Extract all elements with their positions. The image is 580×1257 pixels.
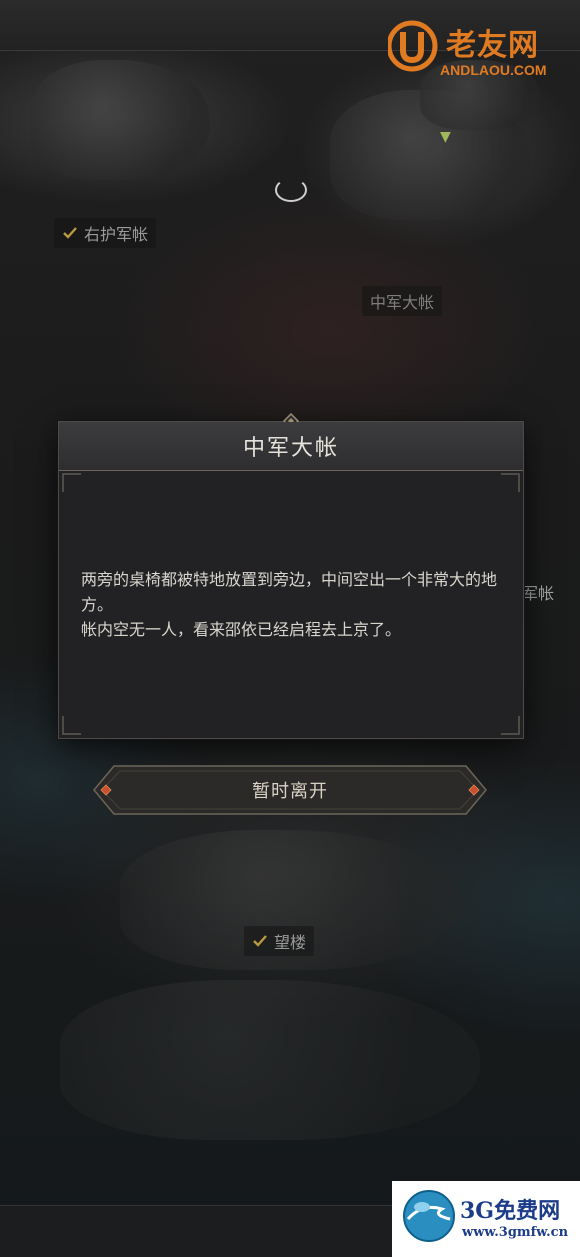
map-location-watchtower[interactable]: 望楼 [244,926,315,956]
map-location-label: 望楼 [274,933,307,952]
check-icon [253,935,267,947]
watermark-top-en: ANDLAOU.COM [440,62,547,78]
dialog-body-line: 帐内空无一人，看来邵依已经启程去上京了。 [81,620,402,639]
map-location-label: 右护军帐 [84,225,149,244]
corner-ornament [62,473,81,492]
watermark-bottom: 3G免费网 www.3gmfw.cn [392,1181,580,1257]
watermark-top: 老友网 ANDLAOU.COM [388,18,568,84]
watermark-bottom-en: www.3gmfw.cn [462,1225,569,1240]
map-location-partial-label[interactable]: 军帐 [522,580,554,604]
watermark-bottom-cn: 3G免费网 [460,1198,561,1224]
game-screen: ▼ 右护军帐 中军大帐 望楼 军帐 中军大帐 两旁的桌椅都被特地放置到旁边，中间… [0,0,580,1257]
leave-button-label: 暂时离开 [252,781,328,802]
leave-button[interactable]: 暂时离开 [92,764,488,816]
check-icon [63,227,77,239]
map-terrain [30,60,210,180]
map-terrain [60,980,480,1140]
watermark-top-cn: 老友网 [446,28,539,63]
map-location-right-guard-tent[interactable]: 右护军帐 [54,218,157,248]
watermark-logo-icon [388,20,438,72]
ring-marker-icon [275,178,307,202]
dialog-header: 中军大帐 [59,422,523,471]
dialog-title: 中军大帐 [242,436,339,461]
corner-ornament [62,716,81,735]
map-location-central-tent[interactable]: 中军大帐 [362,286,443,316]
location-pin-icon: ▼ [440,129,451,145]
dialog-body: 两旁的桌椅都被特地放置到旁边，中间空出一个非常大的地方。 帐内空无一人，看来邵依… [81,567,501,642]
corner-ornament [501,716,520,735]
corner-ornament [501,473,520,492]
location-dialog: 中军大帐 两旁的桌椅都被特地放置到旁边，中间空出一个非常大的地方。 帐内空无一人… [58,413,524,739]
map-location-label: 中军大帐 [370,293,435,312]
dialog-body-line: 两旁的桌椅都被特地放置到旁边，中间空出一个非常大的地方。 [81,570,498,614]
watermark-globe-icon [403,1190,455,1242]
